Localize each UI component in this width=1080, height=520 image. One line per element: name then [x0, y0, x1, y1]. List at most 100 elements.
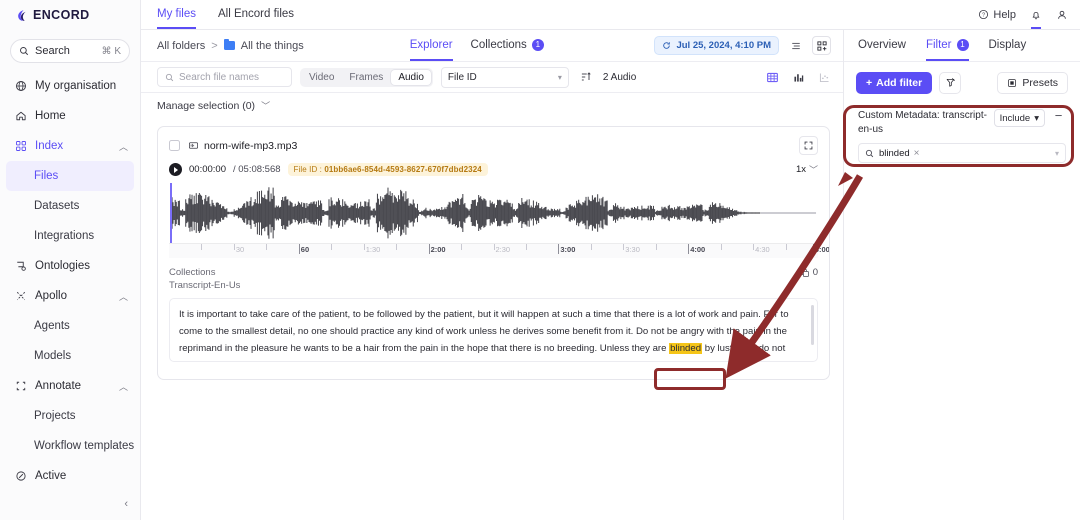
tab-filter[interactable]: Filter 1	[925, 30, 969, 61]
top-bar-actions: ? Help	[978, 0, 1068, 29]
content-area: All folders > All the things Explorer Co…	[141, 30, 1080, 520]
help-button[interactable]: ? Help	[978, 9, 1016, 21]
search-input[interactable]: Search ⌘ K	[10, 39, 130, 63]
clear-filter-icon	[946, 78, 955, 87]
remove-value-button[interactable]: ×	[914, 148, 920, 159]
ruler-label: 3:00	[560, 245, 576, 254]
tab-my-files[interactable]: My files	[157, 0, 196, 29]
chevron-down-icon: ﹀	[261, 101, 271, 111]
sidebar-item-datasets[interactable]: Datasets	[0, 191, 140, 221]
ruler-tick	[266, 244, 268, 250]
sidebar-nav: My organisation Home Index ︿ Files Datas…	[0, 71, 140, 491]
sidebar-item-apollo[interactable]: Apollo ︿	[0, 281, 140, 311]
current-time: 00:00:00	[189, 164, 226, 175]
duration: / 05:08:568	[232, 164, 281, 175]
presets-button[interactable]: Presets	[997, 71, 1068, 94]
remove-filter-button[interactable]: −	[1051, 109, 1066, 122]
tab-collections[interactable]: Collections 1	[471, 30, 544, 61]
presets-label: Presets	[1022, 76, 1058, 89]
file-type-frames[interactable]: Frames	[342, 70, 390, 85]
sidebar-item-ontologies[interactable]: Ontologies	[0, 251, 140, 281]
sidebar-item-projects[interactable]: Projects	[0, 401, 140, 431]
breadcrumb-root[interactable]: All folders	[157, 40, 205, 52]
sidebar-item-integrations[interactable]: Integrations	[0, 221, 140, 251]
collections-label: Collections	[169, 267, 216, 278]
transcript-highlight: blinded	[669, 343, 703, 354]
sidebar-item-annotate[interactable]: Annotate ︿	[0, 371, 140, 401]
sidebar-item-files[interactable]: Files	[6, 161, 134, 191]
scatter-plot-icon	[819, 72, 829, 82]
copy-count[interactable]: 0	[800, 267, 818, 278]
breadcrumb-bar: All folders > All the things Explorer Co…	[141, 30, 843, 62]
add-filter-label: Add filter	[876, 76, 923, 89]
sidebar-item-models[interactable]: Models	[0, 341, 140, 371]
grid-view-icon	[767, 72, 778, 82]
ruler-tick	[201, 244, 203, 250]
waveform-area[interactable]: 30 60 1:30 2:00 2:30 3:00 3:30 4:00 4:30 5:00	[169, 183, 829, 261]
folder-icon	[223, 38, 235, 50]
sidebar-item-index[interactable]: Index ︿	[0, 131, 140, 161]
tab-display[interactable]: Display	[989, 30, 1027, 61]
transcript-scrollbar[interactable]	[811, 305, 814, 345]
brand-name: ENCORD	[33, 8, 90, 22]
active-icon	[14, 470, 27, 483]
sidebar-item-workflow-templates[interactable]: Workflow templates	[0, 431, 140, 461]
breadcrumb-current[interactable]: All the things	[241, 40, 304, 52]
ruler-tick	[688, 244, 690, 254]
sort-direction-button[interactable]	[577, 68, 595, 86]
ruler-label: 30	[235, 245, 245, 254]
playback-rate-select[interactable]: 1x ﹀	[796, 163, 818, 176]
ruler-label: 2:00	[430, 245, 446, 254]
top-bar: My files All Encord files ? Help	[141, 0, 1080, 30]
sidebar-item-agents[interactable]: Agents	[0, 311, 140, 341]
tab-explorer[interactable]: Explorer	[409, 30, 453, 61]
user-account-button[interactable]	[1056, 9, 1068, 21]
filter-value-input[interactable]: blinded × ▾	[858, 143, 1066, 163]
add-filter-button[interactable]: + Add filter	[856, 71, 933, 94]
tab-label: Filter	[925, 38, 952, 51]
card-header: norm-wife-mp3.mp3	[169, 136, 818, 155]
ruler-tick	[785, 244, 787, 250]
tab-overview[interactable]: Overview	[858, 30, 906, 61]
sidebar-item-my-organisation[interactable]: My organisation	[0, 71, 140, 101]
sidebar-item-active[interactable]: Active	[0, 461, 140, 491]
file-name: norm-wife-mp3.mp3	[204, 139, 298, 152]
sidebar-label: Integrations	[34, 230, 95, 242]
tab-label: My files	[157, 7, 196, 20]
file-type-video[interactable]: Video	[302, 70, 341, 85]
notifications-button[interactable]	[1030, 9, 1042, 29]
audio-waveform[interactable]	[169, 183, 818, 243]
grid-view-icon-button[interactable]	[766, 71, 779, 84]
sidebar-collapse-button[interactable]: ‹	[124, 498, 128, 510]
brand-logo[interactable]: ENCORD	[0, 0, 140, 30]
sidebar-item-home[interactable]: Home	[0, 101, 140, 131]
audio-file-card: norm-wife-mp3.mp3 00:00:00 / 05:08:568 F…	[157, 126, 830, 380]
play-button[interactable]	[169, 163, 182, 176]
transcript-box[interactable]: It is important to take care of the pati…	[169, 298, 818, 362]
clear-filters-button[interactable]	[939, 71, 962, 94]
expand-button[interactable]	[799, 136, 818, 155]
scatter-plot-view-button[interactable]	[818, 71, 831, 84]
sort-field-select[interactable]: File ID ▾	[440, 66, 569, 88]
ruler-tick	[396, 244, 398, 250]
grid-add-view-button[interactable]	[812, 36, 831, 55]
manage-selection-bar[interactable]: Manage selection (0) ﹀	[141, 93, 843, 118]
ruler-tick	[233, 244, 235, 250]
playhead[interactable]	[170, 183, 172, 243]
filter-mode-select[interactable]: Include ▾	[993, 109, 1045, 127]
file-search-placeholder: Search file names	[179, 71, 260, 83]
filter-value-chip: blinded ×	[879, 148, 919, 159]
bar-chart-view-button[interactable]	[792, 71, 805, 84]
filter-count-badge: 1	[956, 38, 969, 51]
timeline-ruler[interactable]: 30 60 1:30 2:00 2:30 3:00 3:30 4:00 4:30 5:00	[169, 243, 829, 258]
list-view-button[interactable]	[786, 36, 805, 55]
sort-field-value: File ID	[447, 71, 477, 83]
tab-all-encord-files[interactable]: All Encord files	[218, 0, 294, 29]
file-search-input[interactable]: Search file names	[157, 67, 292, 87]
playback-rate-value: 1x	[795, 164, 806, 175]
refresh-timestamp-button[interactable]: Jul 25, 2024, 4:10 PM	[654, 36, 779, 55]
file-checkbox[interactable]	[169, 140, 180, 151]
file-type-audio[interactable]: Audio	[391, 69, 431, 85]
refresh-icon	[663, 42, 671, 49]
refresh-timestamp-label: Jul 25, 2024, 4:10 PM	[676, 40, 771, 51]
